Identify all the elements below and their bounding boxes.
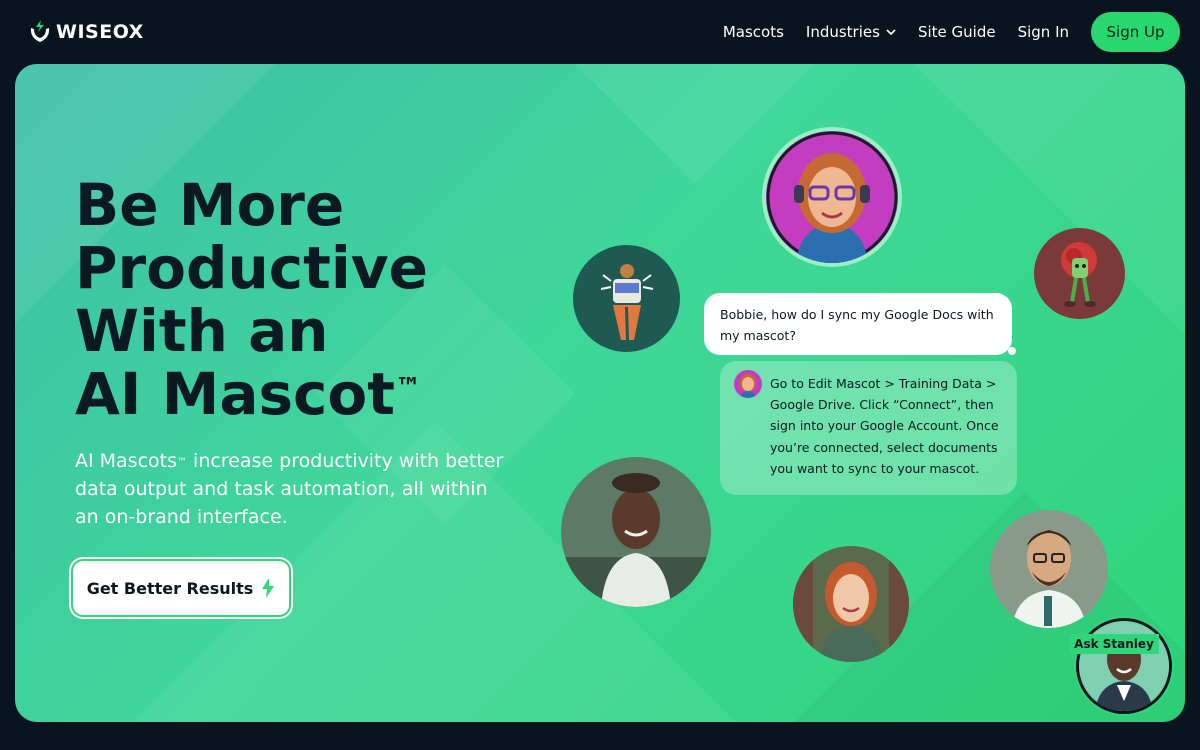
chevron-down-icon	[886, 28, 896, 35]
hero-subtext: AI Mascots™ increase productivity with b…	[75, 447, 515, 531]
headline-line: Be More	[75, 171, 345, 239]
headline-line: Productive	[75, 234, 428, 302]
hero-section: Be More Productive With an AI Mascot™ AI…	[15, 64, 1185, 722]
nav-link-industries[interactable]: Industries	[806, 23, 896, 41]
mascot-avatar-professional-man[interactable]	[990, 510, 1108, 628]
headline-line-last: AI Mascot™	[75, 363, 575, 426]
mascot-avatar-rose-character[interactable]	[1034, 228, 1125, 319]
cta-label: Get Better Results	[86, 578, 254, 598]
wiseox-logo-icon	[30, 20, 50, 42]
headline-text: AI Mascot	[75, 360, 395, 428]
trademark-symbol: ™	[395, 373, 421, 403]
chat-bubble-user-message: Bobbie, how do I sync my Google Docs wit…	[704, 293, 1012, 355]
sign-up-button[interactable]: Sign Up	[1091, 12, 1180, 52]
chat-bubble-tail	[1008, 347, 1016, 355]
lightning-bolt-icon	[262, 578, 275, 598]
logo-text: WISEOX	[56, 21, 144, 43]
nav-link-site-guide[interactable]: Site Guide	[918, 23, 996, 41]
top-navigation: WISEOX Mascots Industries Site Guide Sig…	[0, 0, 1200, 64]
mascot-avatar-librarian[interactable]	[793, 546, 909, 662]
ask-stanley-label[interactable]: Ask Stanley	[1069, 634, 1159, 654]
chat-reply-avatar	[734, 370, 762, 398]
wiseox-logo[interactable]: WISEOX	[30, 18, 144, 46]
trademark-symbol: ™	[177, 457, 187, 468]
nav-link-mascots[interactable]: Mascots	[723, 23, 784, 41]
nav-link-label: Mascots	[722, 23, 784, 41]
hero-headline: Be More Productive With an AI Mascot™	[75, 174, 575, 426]
mascot-avatar-support-agent[interactable]	[766, 131, 898, 263]
headline-line: With an	[75, 297, 329, 365]
subtext-part: AI Mascots	[75, 450, 177, 472]
nav-links: Mascots Industries Site Guide Sign In Si…	[723, 12, 1180, 52]
get-better-results-button[interactable]: Get Better Results	[73, 561, 289, 615]
nav-link-sign-in[interactable]: Sign In	[1018, 23, 1069, 41]
nav-link-label: Sign In	[1017, 23, 1069, 41]
nav-link-label: Industries	[805, 23, 880, 41]
chat-reply-text: Go to Edit Mascot > Training Data > Goog…	[770, 376, 999, 476]
mascot-avatar-illustrated-character[interactable]	[573, 245, 680, 352]
chat-bubble-mascot-reply: Go to Edit Mascot > Training Data > Goog…	[720, 361, 1017, 495]
mascot-avatar-chef[interactable]	[561, 457, 711, 607]
nav-link-label: Site Guide	[917, 23, 996, 41]
